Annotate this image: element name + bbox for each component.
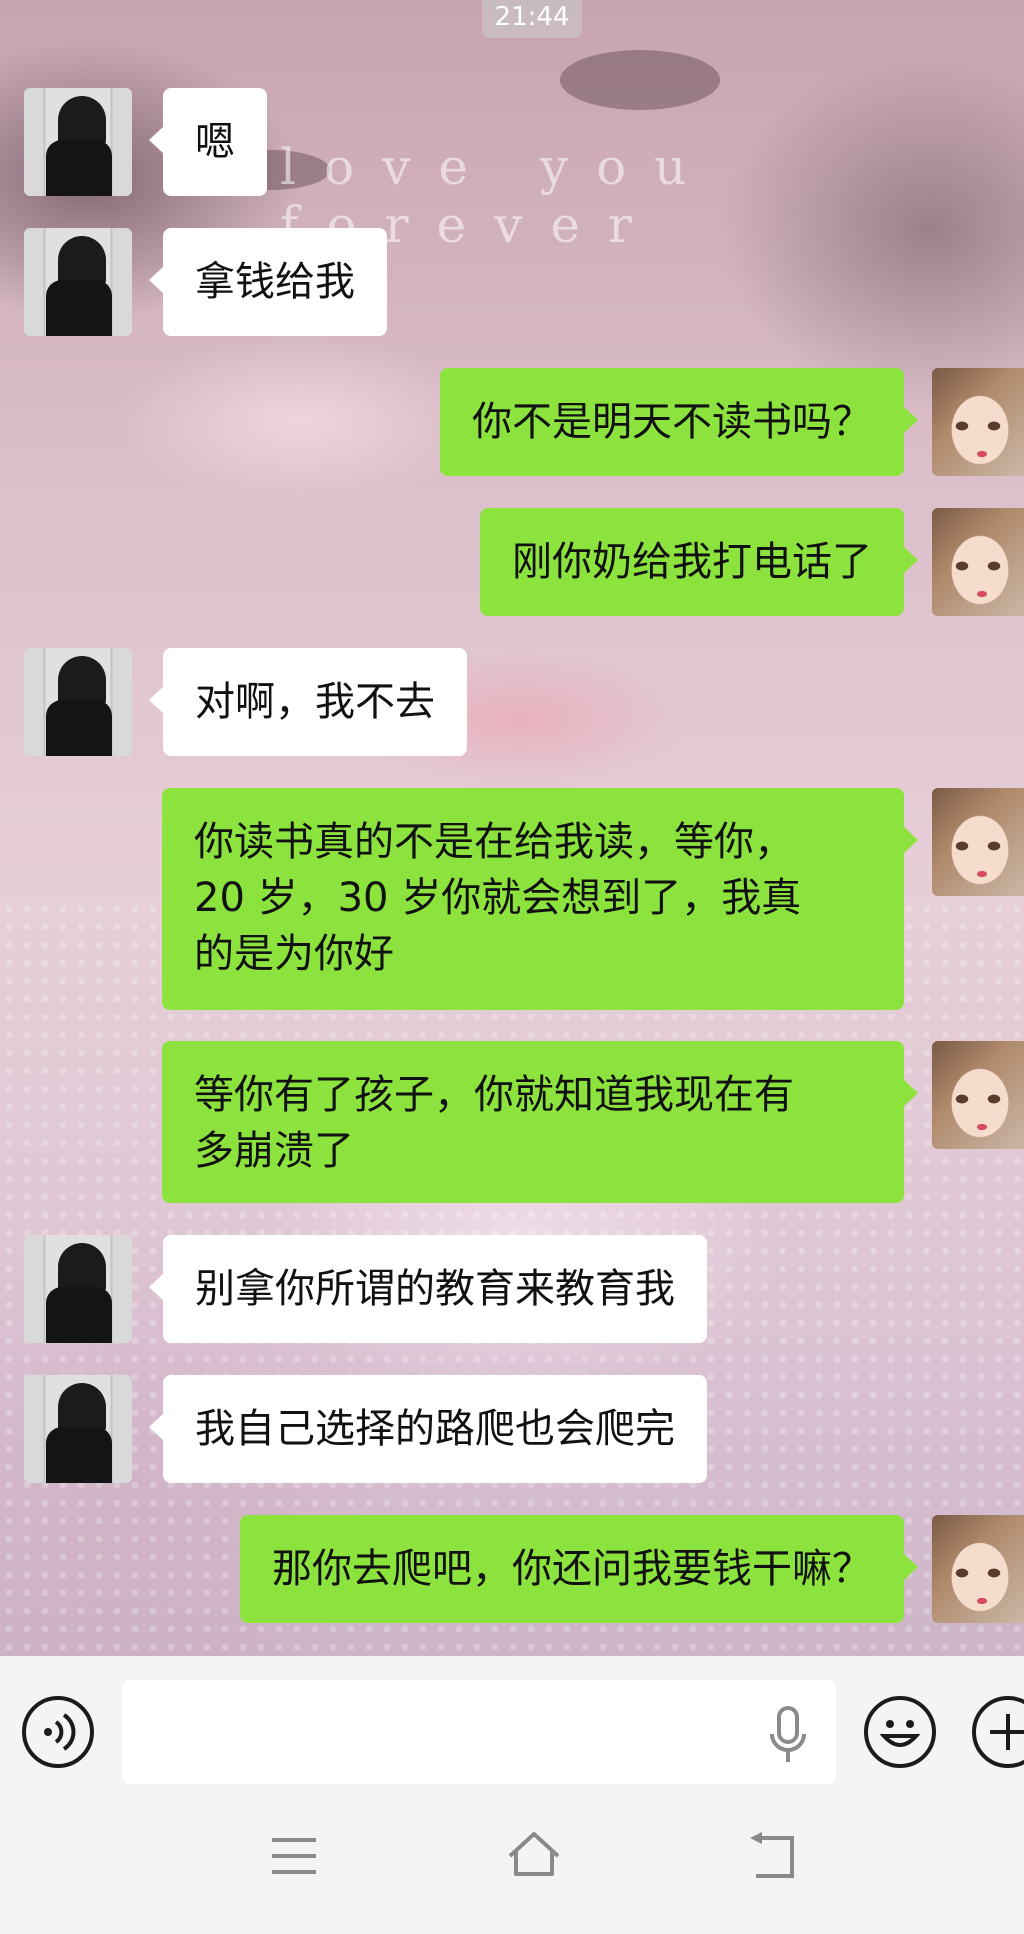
contact-avatar[interactable] [24,1375,132,1483]
message-text: 别拿你所谓的教育来教育我 [195,1266,675,1312]
contact-avatar[interactable] [24,648,132,756]
message-row: 刚你奶给我打电话了 [0,508,1024,616]
message-input[interactable] [122,1680,836,1784]
my-avatar[interactable] [932,368,1024,476]
microphone-button[interactable] [762,1702,814,1770]
incoming-bubble[interactable]: 嗯 [149,88,267,196]
menu-lines-icon [272,1838,316,1874]
incoming-bubble[interactable]: 别拿你所谓的教育来教育我 [149,1235,707,1343]
smiley-icon [879,1720,921,1747]
message-text: 刚你奶给我打电话了 [512,539,872,585]
outgoing-bubble[interactable]: 那你去爬吧，你还问我要钱干嘛？ [240,1515,918,1623]
message-text: 对啊，我不去 [195,679,435,725]
message-text-line: 多崩溃了 [194,1128,354,1174]
message-text-line: 20 岁，30 岁你就会想到了，我真 [194,875,802,921]
outgoing-bubble[interactable]: 等你有了孩子，你就知道我现在有 多崩溃了 [162,1041,918,1203]
message-text-line: 等你有了孩子，你就知道我现在有 [194,1072,794,1118]
message-timestamp: 21:44 [482,0,582,38]
home-button[interactable] [504,1828,564,1880]
message-row: 别拿你所谓的教育来教育我 [0,1235,1024,1343]
incoming-bubble[interactable]: 拿钱给我 [149,228,387,336]
voice-wave-icon [44,1713,76,1751]
recent-apps-button[interactable] [268,1834,320,1878]
contact-avatar[interactable] [24,88,132,196]
message-row: 那你去爬吧，你还问我要钱干嘛？ [0,1515,1024,1623]
outgoing-bubble[interactable]: 刚你奶给我打电话了 [480,508,918,616]
more-options-button[interactable] [972,1696,1024,1768]
message-text: 我自己选择的路爬也会爬完 [195,1406,675,1452]
message-row: 对啊，我不去 [0,648,1024,756]
my-avatar[interactable] [932,508,1024,616]
message-row: 等你有了孩子，你就知道我现在有 多崩溃了 [0,1041,1024,1203]
message-text: 你不是明天不读书吗？ [472,399,872,445]
message-text-line: 的是为你好 [194,931,394,977]
my-avatar[interactable] [932,1515,1024,1623]
message-text-line: 你读书真的不是在给我读，等你， [194,819,794,865]
home-icon [508,1832,560,1876]
emoji-button[interactable] [864,1696,936,1768]
contact-avatar[interactable] [24,228,132,336]
my-avatar[interactable] [932,1041,1024,1149]
message-text: 嗯 [195,119,235,165]
incoming-bubble[interactable]: 对啊，我不去 [149,648,467,756]
chat-input-bar [0,1656,1024,1786]
back-button[interactable] [746,1832,802,1882]
my-avatar[interactable] [932,788,1024,896]
message-row: 我自己选择的路爬也会爬完 [0,1375,1024,1483]
incoming-bubble[interactable]: 我自己选择的路爬也会爬完 [149,1375,707,1483]
outgoing-bubble[interactable]: 你不是明天不读书吗？ [440,368,918,476]
message-text: 那你去爬吧，你还问我要钱干嘛？ [272,1546,872,1592]
back-arrow-icon [750,1832,794,1878]
plus-icon [990,1714,1024,1750]
contact-avatar[interactable] [24,1235,132,1343]
microphone-icon [770,1706,806,1762]
system-nav-bar [0,1786,1024,1934]
voice-toggle-button[interactable] [22,1696,94,1768]
outgoing-bubble[interactable]: 你读书真的不是在给我读，等你， 20 岁，30 岁你就会想到了，我真 的是为你好 [162,788,918,1010]
message-row: 嗯 [0,88,1024,196]
message-row: 你不是明天不读书吗？ [0,368,1024,476]
message-row: 你读书真的不是在给我读，等你， 20 岁，30 岁你就会想到了，我真 的是为你好 [0,788,1024,1010]
message-text: 拿钱给我 [195,259,355,305]
message-row: 拿钱给我 [0,228,1024,336]
